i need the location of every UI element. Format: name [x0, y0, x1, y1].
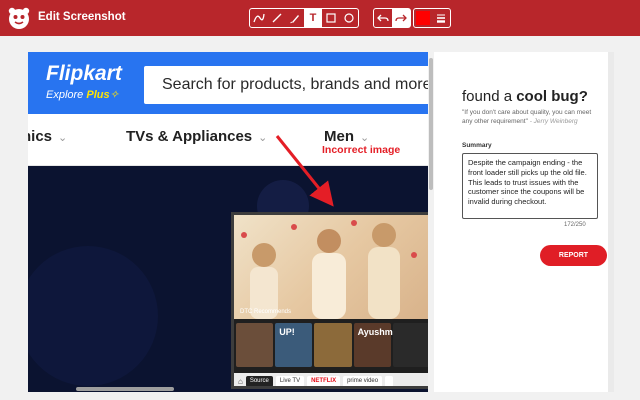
tv-screen-image: DTC Recommends UP! Ayushmann ⌂ Source Live… [231, 212, 432, 389]
search-placeholder: Search for products, brands and more [162, 76, 432, 93]
style-group [413, 8, 451, 28]
tv-input-chip: Source [245, 375, 273, 386]
panel-scrollbar[interactable] [608, 52, 614, 392]
flipkart-header: Flipkart Explore Plus✧ Search for produc… [28, 52, 432, 114]
color-swatch[interactable] [414, 9, 432, 27]
panel-title: found a cool bug? [462, 88, 588, 105]
tile-label: UP! [279, 327, 295, 337]
chevron-down-icon: ⌄ [58, 132, 68, 144]
history-group [373, 8, 411, 28]
tv-content-tile [236, 323, 274, 367]
title-prefix: found a [462, 88, 517, 105]
text-tool-button[interactable]: T [304, 9, 322, 27]
quote-author: - Jerry Weinberg [527, 117, 578, 125]
tv-input-chip [385, 375, 394, 386]
straight-line-icon[interactable] [268, 9, 286, 27]
flipkart-logo: Flipkart [46, 62, 122, 85]
nav-label: nics [28, 128, 53, 145]
chevron-down-icon: ⌄ [258, 132, 268, 144]
flipkart-tagline: Explore Plus✧ [46, 88, 119, 101]
tv-content-tile [392, 323, 431, 367]
nav-item-men: Men ⌄ [324, 128, 369, 145]
redo-icon[interactable] [392, 9, 410, 27]
incorrect-product-photo [234, 215, 432, 319]
tv-input-chip: prime video [343, 375, 383, 386]
annotation-label[interactable]: Incorrect image [322, 144, 400, 156]
report-panel: found a cool bug? "If you don't care abo… [434, 52, 608, 392]
quote: "If you don't care about quality, you ca… [462, 109, 602, 127]
character-counter: 172/250 [564, 222, 586, 228]
nav-label: Men [324, 128, 354, 145]
summary-textarea[interactable]: Despite the campaign ending - the front … [462, 153, 598, 219]
plus-star-icon: ✧ [109, 89, 119, 101]
bug-mascot-logo-icon [8, 7, 30, 29]
scroll-thumb[interactable] [429, 58, 433, 190]
canvas-horizontal-scrollbar[interactable] [28, 386, 432, 392]
tv-input-chip: Live TV [275, 375, 305, 386]
tagline-prefix: Explore [46, 89, 87, 101]
tv-content-tile: UP! [275, 323, 313, 367]
nav-item-electronics: nics ⌄ [28, 128, 67, 145]
tv-content-tile [314, 323, 352, 367]
curve-line-icon[interactable] [250, 9, 268, 27]
title-bold: cool bug? [516, 88, 588, 105]
tv-content-row: UP! Ayushmann [234, 323, 432, 371]
report-button[interactable]: REPORT [540, 245, 607, 266]
screenshot-canvas[interactable]: Flipkart Explore Plus✧ Search for produc… [28, 52, 432, 392]
dancers-photo [241, 220, 417, 319]
pen-icon[interactable] [286, 9, 304, 27]
scroll-thumb[interactable] [76, 387, 174, 391]
app-title: Edit Screenshot [38, 11, 126, 23]
summary-label: Summary [462, 142, 492, 149]
draw-tools-group: T [249, 8, 359, 28]
tv-input-chip: NETFLIX [307, 375, 341, 386]
tagline-plus: Plus [86, 89, 110, 101]
tv-content-tile: Ayushmann [353, 323, 409, 367]
undo-icon[interactable] [374, 9, 392, 27]
nav-label: TVs & Appliances [126, 128, 253, 145]
flipkart-search-box: Search for products, brands and more [144, 66, 432, 104]
top-bar: Edit Screenshot T [0, 0, 640, 36]
circle-icon[interactable] [340, 9, 358, 27]
nav-item-tvs: TVs & Appliances ⌄ [126, 128, 267, 145]
chevron-down-icon: ⌄ [360, 132, 370, 144]
flipkart-category-nav: nics ⌄ TVs & Appliances ⌄ Men ⌄ [28, 114, 432, 166]
tv-caption: DTC Recommends [240, 309, 292, 315]
home-icon: ⌂ [238, 376, 243, 386]
line-weight-icon[interactable] [432, 9, 450, 27]
rectangle-icon[interactable] [322, 9, 340, 27]
